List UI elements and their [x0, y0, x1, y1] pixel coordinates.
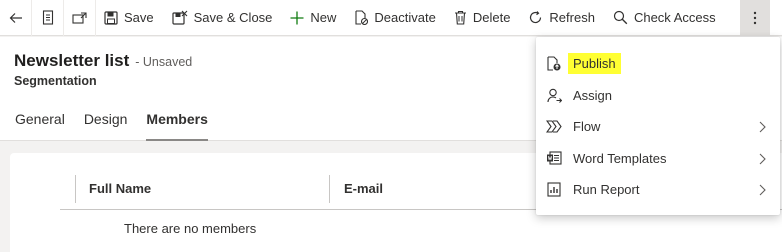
entity-name: Segmentation	[14, 74, 97, 88]
check-access-icon	[613, 10, 628, 25]
overflow-menu: Publish Assign Flow Word Templates Run R…	[536, 37, 780, 215]
delete-label: Delete	[472, 10, 511, 25]
trash-icon	[454, 10, 466, 25]
empty-grid-message: There are no members	[124, 221, 257, 236]
save-label: Save	[124, 10, 154, 25]
save-and-close-label: Save & Close	[193, 10, 273, 25]
refresh-icon	[530, 11, 542, 24]
more-vertical-icon	[753, 11, 757, 25]
assign-icon	[546, 87, 562, 103]
flow-icon	[546, 119, 562, 135]
deactivate-label: Deactivate	[374, 10, 436, 25]
chevron-right-icon	[759, 153, 766, 164]
form-view-button[interactable]	[32, 0, 64, 36]
menu-item-word-templates[interactable]: Word Templates	[536, 143, 780, 175]
new-label: New	[310, 10, 337, 25]
more-commands-button[interactable]	[740, 0, 770, 36]
menu-item-publish[interactable]: Publish	[536, 48, 780, 80]
back-button[interactable]	[0, 0, 32, 36]
open-in-new-window-icon	[71, 11, 87, 24]
tab-members[interactable]: Members	[146, 111, 209, 141]
save-close-icon	[172, 10, 188, 25]
open-new-window-button[interactable]	[64, 0, 96, 36]
check-access-button[interactable]: Check Access	[605, 0, 726, 36]
menu-item-flow[interactable]: Flow	[536, 111, 780, 143]
publish-icon	[546, 56, 562, 72]
menu-item-run-report[interactable]: Run Report	[536, 174, 780, 206]
column-header-email[interactable]: E-mail	[344, 181, 383, 196]
refresh-label: Refresh	[549, 10, 595, 25]
menu-item-assign[interactable]: Assign	[536, 80, 780, 112]
document-icon	[42, 10, 53, 25]
save-button[interactable]: Save	[96, 0, 164, 36]
check-access-label: Check Access	[633, 10, 716, 25]
deactivate-button[interactable]: Deactivate	[346, 0, 445, 36]
save-status: - Unsaved	[135, 55, 193, 69]
chevron-right-icon	[759, 121, 766, 133]
refresh-button[interactable]: Refresh	[520, 0, 605, 36]
menu-item-run-report-label: Run Report	[573, 182, 640, 198]
save-icon	[104, 10, 118, 25]
deactivate-icon	[355, 10, 369, 25]
menu-item-flow-label: Flow	[573, 119, 601, 135]
menu-item-assign-label: Assign	[573, 87, 613, 103]
tab-general[interactable]: General	[15, 111, 65, 141]
back-arrow-icon	[9, 12, 22, 23]
form-tabs: General Design Members	[15, 111, 227, 141]
menu-item-word-templates-label: Word Templates	[573, 150, 667, 166]
title-row: Newsletter list - Unsaved	[14, 51, 192, 71]
chevron-right-icon	[759, 184, 766, 196]
column-header-full-name[interactable]: Full Name	[89, 181, 151, 196]
menu-item-publish-label: Publish	[568, 53, 621, 75]
column-divider	[329, 175, 330, 203]
page-title: Newsletter list	[14, 51, 130, 70]
tab-design[interactable]: Design	[84, 111, 128, 141]
run-report-icon	[546, 182, 562, 198]
plus-icon	[290, 11, 304, 24]
command-bar: Save Save & Close New Deactivate Delete …	[0, 0, 782, 36]
delete-button[interactable]: Delete	[446, 0, 521, 36]
new-button[interactable]: New	[282, 0, 346, 36]
column-divider	[75, 175, 76, 203]
word-templates-icon	[546, 150, 562, 166]
save-and-close-button[interactable]: Save & Close	[164, 0, 283, 36]
